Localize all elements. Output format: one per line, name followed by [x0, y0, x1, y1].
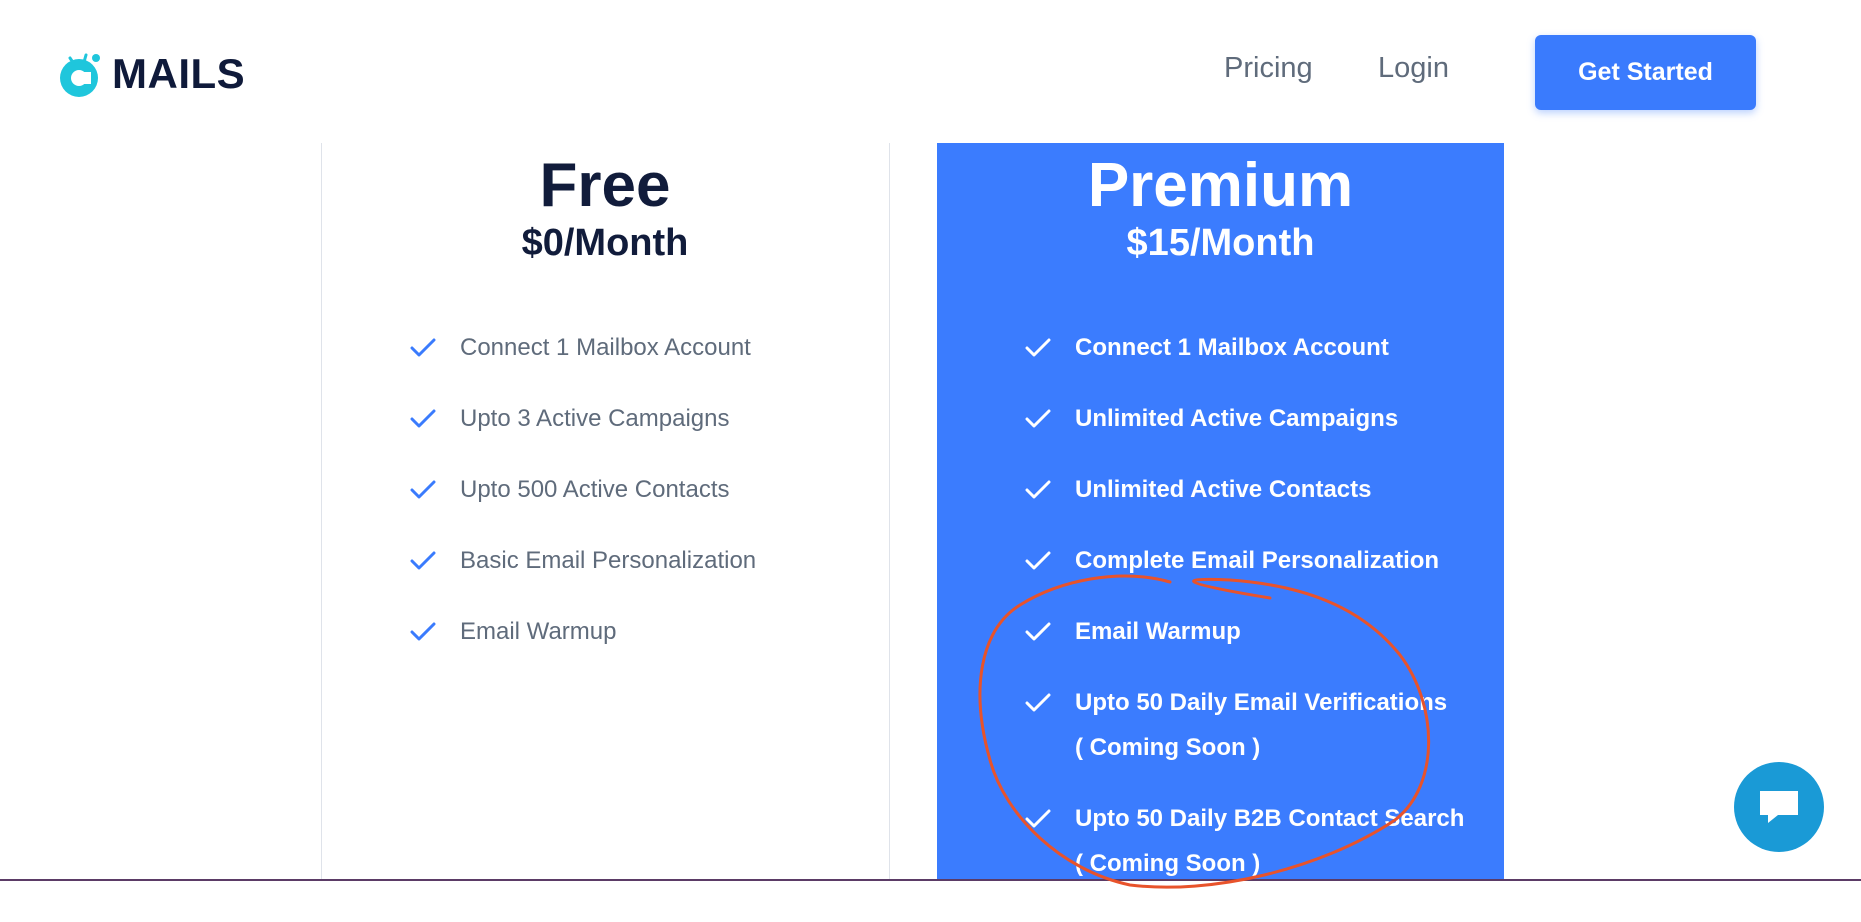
feature-text: Complete Email Personalization: [1075, 547, 1440, 574]
feature-label: Unlimited Active Contacts: [1075, 467, 1372, 512]
mails-logo-icon: [56, 46, 106, 102]
check-icon: [1025, 409, 1051, 428]
feature-text: Email Warmup: [1075, 618, 1241, 645]
feature-item: Upto 3 Active Campaigns: [410, 405, 756, 441]
chat-launcher-button[interactable]: [1734, 762, 1824, 852]
feature-label: Upto 50 Daily B2B Contact Search ( Comin…: [1075, 796, 1464, 886]
plan-price: $0/Month: [521, 222, 689, 264]
bottom-border: [0, 879, 1861, 881]
plan-card-free: Free $0/Month Connect 1 Mailbox Account …: [322, 143, 888, 879]
chat-bubble-icon: [1760, 791, 1798, 823]
get-started-button[interactable]: Get Started: [1535, 35, 1756, 110]
feature-item: Complete Email Personalization: [1025, 547, 1464, 583]
feature-text: Connect 1 Mailbox Account: [1075, 334, 1389, 361]
feature-item: Basic Email Personalization: [410, 547, 756, 583]
check-icon: [1025, 622, 1051, 641]
feature-label: Upto 50 Daily Email Verifications ( Comi…: [1075, 680, 1447, 770]
feature-item: Upto 50 Daily Email Verifications ( Comi…: [1025, 689, 1464, 770]
check-icon: [410, 622, 436, 641]
check-icon: [1025, 693, 1051, 712]
feature-text: Unlimited Active Contacts: [1075, 476, 1372, 503]
feature-label: Complete Email Personalization: [1075, 538, 1439, 583]
plan-price: $15/Month: [1126, 222, 1315, 264]
check-icon: [410, 480, 436, 499]
nav-pricing-link[interactable]: Pricing: [1224, 52, 1313, 85]
hand-drawn-circle-annotation: [978, 574, 1431, 889]
feature-label: Basic Email Personalization: [460, 547, 757, 574]
brand-name: MAILS: [112, 50, 246, 97]
feature-list: Connect 1 Mailbox Account Upto 3 Active …: [410, 334, 756, 690]
check-icon: [1025, 480, 1051, 499]
check-icon: [1025, 551, 1051, 570]
feature-label: Unlimited Active Campaigns: [1075, 396, 1398, 441]
feature-label: Connect 1 Mailbox Account: [1075, 325, 1389, 370]
feature-text: Upto 50 Daily B2B Contact Search: [1075, 805, 1465, 832]
plan-title: Free: [539, 151, 671, 220]
nav-login-link[interactable]: Login: [1378, 52, 1449, 85]
check-icon: [410, 338, 436, 357]
feature-item: Email Warmup: [410, 618, 756, 654]
feature-item: Unlimited Active Campaigns: [1025, 405, 1464, 441]
feature-text: Unlimited Active Campaigns: [1075, 405, 1399, 432]
feature-label: Email Warmup: [1075, 609, 1241, 654]
feature-item: Email Warmup: [1025, 618, 1464, 654]
check-icon: [410, 409, 436, 428]
brand-logo[interactable]: MAILS: [56, 46, 245, 102]
feature-item: Connect 1 Mailbox Account: [1025, 334, 1464, 370]
feature-label: Upto 3 Active Campaigns: [460, 405, 730, 432]
feature-text: Upto 50 Daily Email Verifications: [1075, 689, 1448, 716]
feature-item: Connect 1 Mailbox Account: [410, 334, 756, 370]
feature-label: Email Warmup: [460, 618, 617, 645]
plan-card-premium: Premium $15/Month Connect 1 Mailbox Acco…: [937, 143, 1504, 879]
feature-item: Unlimited Active Contacts: [1025, 476, 1464, 512]
feature-item: Upto 500 Active Contacts: [410, 476, 756, 512]
feature-list: Connect 1 Mailbox Account Unlimited Acti…: [1025, 334, 1464, 922]
feature-label: Upto 500 Active Contacts: [460, 476, 730, 503]
coming-soon-note: ( Coming Soon ): [1075, 734, 1261, 761]
feature-item: Upto 50 Daily B2B Contact Search ( Comin…: [1025, 805, 1464, 886]
feature-label: Connect 1 Mailbox Account: [460, 334, 751, 361]
card-divider: [889, 143, 890, 879]
check-icon: [1025, 338, 1051, 357]
check-icon: [410, 551, 436, 570]
check-icon: [1025, 809, 1051, 828]
plan-title: Premium: [1087, 151, 1354, 220]
